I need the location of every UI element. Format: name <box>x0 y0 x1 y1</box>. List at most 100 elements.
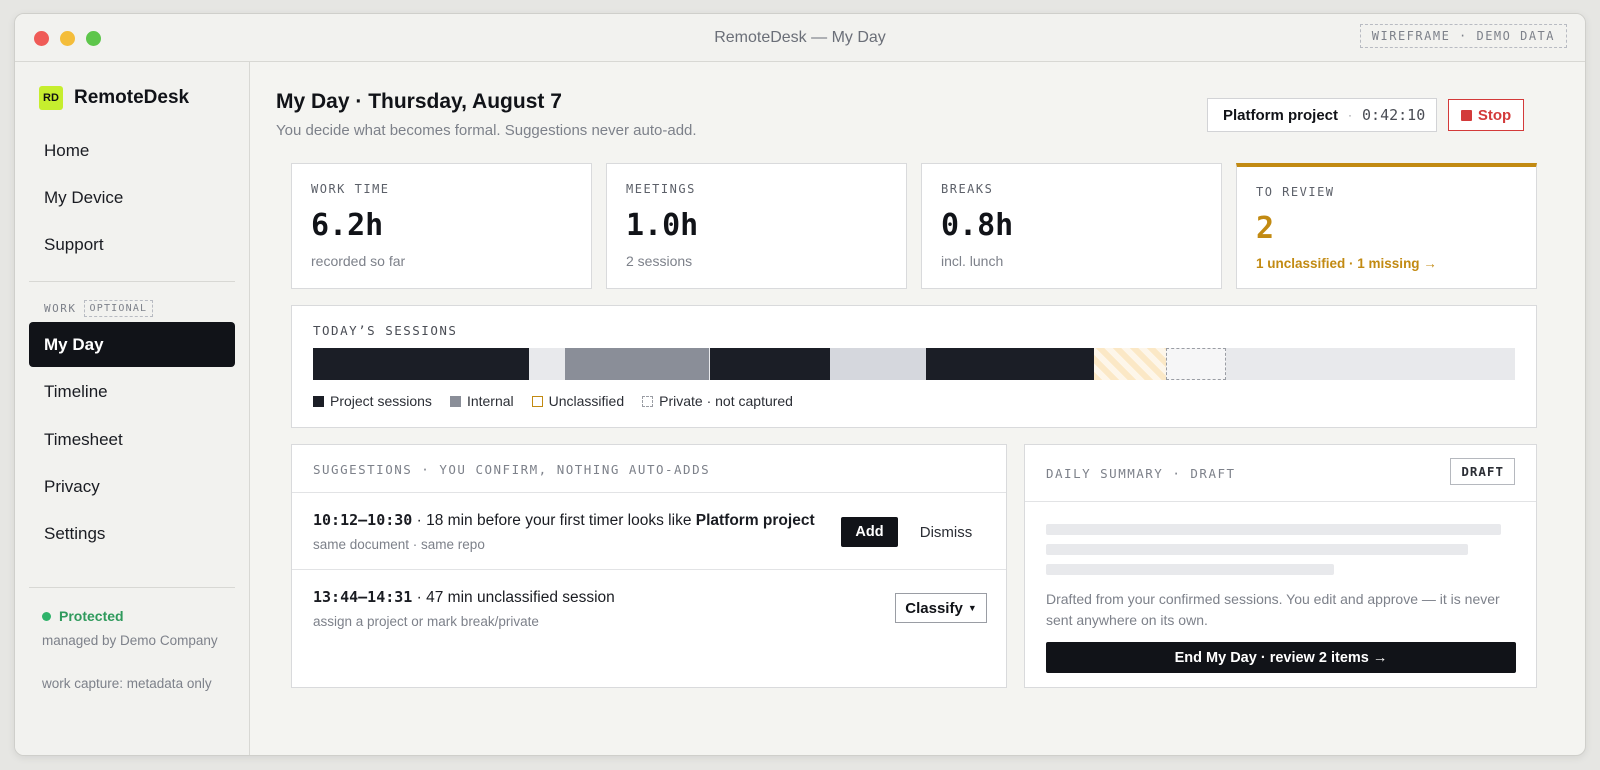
sidebar-item-settings[interactable]: Settings <box>29 511 235 556</box>
skeleton-line <box>1046 544 1468 555</box>
sidebar-divider <box>29 587 235 588</box>
legend-label: Project sessions <box>330 393 432 409</box>
session-segment-light[interactable] <box>830 348 926 380</box>
sidebar-item-timeline[interactable]: Timeline <box>29 369 235 414</box>
session-segment-project[interactable] <box>926 348 1094 380</box>
todays-sessions-card: TODAY’S SESSIONS Project sessions Intern… <box>291 305 1537 428</box>
legend-label: Unclassified <box>548 393 625 409</box>
suggestion-desc: · 18 min before your first timer looks l… <box>412 512 696 529</box>
skeleton-line <box>1046 564 1334 575</box>
stat-sub: recorded so far <box>311 253 406 269</box>
logo-mark-icon: RD <box>39 86 63 110</box>
managed-by-text: managed by Demo Company <box>42 633 218 648</box>
stat-label: WORK TIME <box>311 182 390 196</box>
page-subtitle: You decide what becomes formal. Suggesti… <box>276 122 697 139</box>
stop-icon <box>1460 109 1472 121</box>
main-content: My Day · Thursday, August 7 You decide w… <box>250 62 1585 755</box>
sidebar: RD RemoteDesk Home My Device Support WOR… <box>15 62 250 755</box>
legend-item-project: Project sessions <box>313 393 432 409</box>
sidebar-item-home[interactable]: Home <box>29 128 235 173</box>
session-segment-unclassified[interactable] <box>1094 348 1166 380</box>
sidebar-item-my-device[interactable]: My Device <box>29 175 235 220</box>
suggestion-text: 13:44–14:31 · 47 min unclassified sessio… <box>313 588 985 607</box>
stat-label: MEETINGS <box>626 182 696 196</box>
sidebar-divider <box>29 281 235 282</box>
session-segment-internal[interactable] <box>565 348 709 380</box>
unclassified-swatch-icon <box>531 395 543 407</box>
sidebar-section-work: WORK OPTIONAL <box>44 300 154 317</box>
suggestion-time: 10:12–10:30 <box>313 511 413 529</box>
sidebar-item-timesheet[interactable]: Timesheet <box>29 417 235 462</box>
stat-label: TO REVIEW <box>1256 185 1335 199</box>
stat-value: 0.8h <box>941 208 1014 243</box>
session-timeline-bar <box>313 348 1515 380</box>
running-timer[interactable]: Platform project · 0:42:10 <box>1207 98 1437 132</box>
legend-label: Private · not captured <box>659 393 793 409</box>
stat-sub: 2 sessions <box>626 253 693 269</box>
sessions-title: TODAY’S SESSIONS <box>313 323 458 338</box>
project-swatch-icon <box>313 395 324 407</box>
stat-card-breaks: BREAKS 0.8h incl. lunch <box>921 163 1222 289</box>
stat-label: BREAKS <box>941 182 994 196</box>
stat-sub: incl. lunch <box>941 253 1004 269</box>
protection-status: Protected <box>42 608 124 624</box>
legend-item-unclassified: Unclassified <box>531 393 625 409</box>
end-my-day-button[interactable]: End My Day · review 2 items → <box>1046 642 1516 673</box>
app-window: RemoteDesk — My Day WIREFRAME · DEMO DAT… <box>14 13 1586 756</box>
window-title: RemoteDesk — My Day <box>714 29 886 46</box>
review-link[interactable]: 1 unclassified · 1 missing → <box>1256 256 1517 271</box>
stat-value: 1.0h <box>626 208 699 243</box>
session-segment-private[interactable] <box>1166 348 1226 380</box>
sidebar-item-my-day[interactable]: My Day <box>29 322 235 367</box>
wireframe-badge: WIREFRAME · DEMO DATA <box>1359 24 1567 48</box>
logo-text: RemoteDesk <box>74 87 190 108</box>
suggestions-card: SUGGESTIONS · YOU CONFIRM, NOTHING AUTO-… <box>291 444 1007 688</box>
internal-swatch-icon <box>449 395 461 407</box>
status-label: Protected <box>59 608 124 624</box>
timer-elapsed: 0:42:10 <box>1362 106 1426 124</box>
chevron-down-icon: ▼ <box>967 603 977 613</box>
suggestion-row: 10:12–10:30 · 18 min before your first t… <box>292 494 1006 570</box>
capture-mode-text: work capture: metadata only <box>42 676 212 691</box>
skeleton-line <box>1046 524 1501 535</box>
stop-timer-button[interactable]: Stop <box>1448 99 1524 131</box>
app-logo[interactable]: RD RemoteDesk <box>39 86 189 110</box>
session-segment-gap[interactable] <box>529 348 565 380</box>
sessions-legend: Project sessions Internal Unclassified P… <box>313 393 793 409</box>
sidebar-item-privacy[interactable]: Privacy <box>29 464 235 509</box>
sidebar-item-support[interactable]: Support <box>29 222 235 267</box>
suggestion-project: Platform project <box>695 512 815 529</box>
page-title: My Day · Thursday, August 7 <box>276 90 562 113</box>
add-suggestion-button[interactable]: Add <box>841 517 898 547</box>
stop-label: Stop <box>1477 106 1512 124</box>
suggestion-desc: · 47 min unclassified session <box>412 589 615 606</box>
summary-title: DAILY SUMMARY · DRAFT <box>1046 466 1236 481</box>
section-label: WORK <box>44 302 77 315</box>
stat-card-meetings: MEETINGS 1.0h 2 sessions <box>606 163 907 289</box>
suggestion-time: 13:44–14:31 <box>313 588 413 606</box>
stat-card-work-time: WORK TIME 6.2h recorded so far <box>291 163 592 289</box>
suggestion-sub: assign a project or mark break/private <box>313 614 539 629</box>
stat-card-to-review[interactable]: TO REVIEW 2 1 unclassified · 1 missing → <box>1236 163 1537 289</box>
timer-separator: · <box>1348 108 1353 122</box>
summary-header: DAILY SUMMARY · DRAFT DRAFT <box>1025 445 1536 502</box>
stat-value: 2 <box>1256 211 1275 246</box>
summary-description: Drafted from your confirmed sessions. Yo… <box>1046 591 1500 628</box>
daily-summary-card: DAILY SUMMARY · DRAFT DRAFT Drafted from… <box>1024 444 1537 688</box>
timer-project: Platform project <box>1223 106 1339 124</box>
suggestion-row: 13:44–14:31 · 47 min unclassified sessio… <box>292 571 1006 647</box>
legend-item-private: Private · not captured <box>642 393 793 409</box>
classify-label: Classify <box>905 599 963 617</box>
classify-dropdown-button[interactable]: Classify ▼ <box>895 593 987 623</box>
session-segment-project[interactable] <box>710 348 830 380</box>
dismiss-suggestion-button[interactable]: Dismiss <box>910 517 982 547</box>
suggestions-title: SUGGESTIONS · YOU CONFIRM, NOTHING AUTO-… <box>292 445 1006 493</box>
draft-badge: DRAFT <box>1450 458 1515 485</box>
legend-item-internal: Internal <box>449 393 514 409</box>
session-segment-project[interactable] <box>313 348 529 380</box>
optional-badge: OPTIONAL <box>83 300 154 317</box>
legend-label: Internal <box>466 393 514 409</box>
private-swatch-icon <box>642 395 654 407</box>
stat-value: 6.2h <box>311 208 384 243</box>
title-bar: RemoteDesk — My Day WIREFRAME · DEMO DAT… <box>15 14 1585 62</box>
